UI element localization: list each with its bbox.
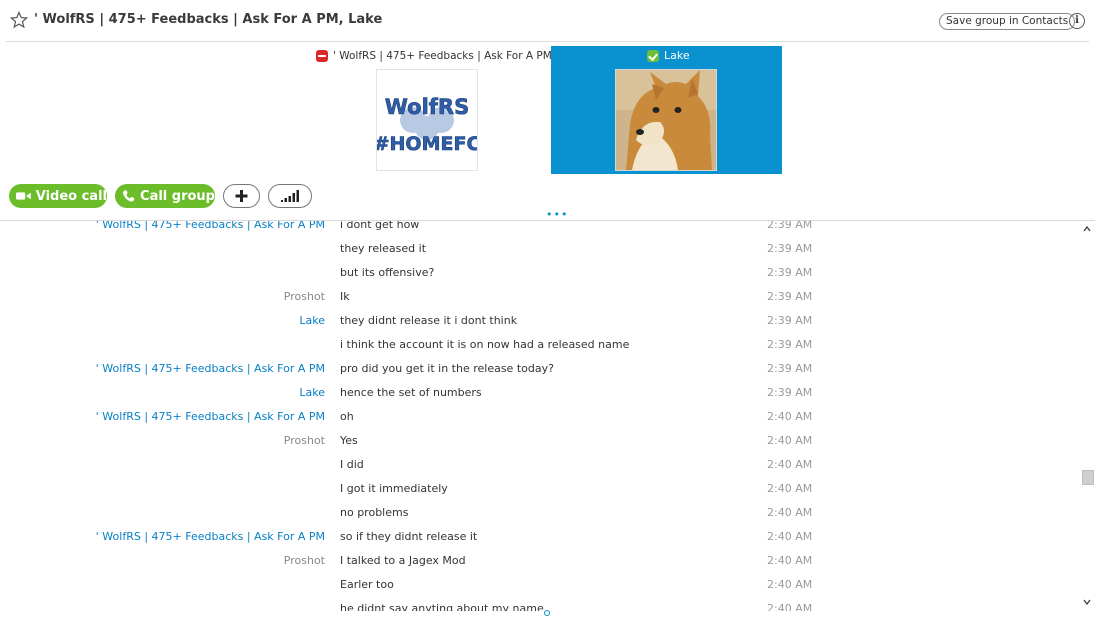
chat-message-row[interactable]: I got it immediately 2:40 AM xyxy=(0,482,1080,506)
message-timestamp: 2:40 AM xyxy=(767,506,813,519)
chat-message-row[interactable]: but its offensive? 2:39 AM xyxy=(0,266,1080,290)
chat-message-row[interactable]: ' WolfRS | 475+ Feedbacks | Ask For A PM… xyxy=(0,410,1080,434)
message-text: Earler too xyxy=(340,578,394,591)
message-sender[interactable]: ' WolfRS | 475+ Feedbacks | Ask For A PM xyxy=(96,221,325,232)
message-timestamp: 2:40 AM xyxy=(767,554,813,567)
avatar-wolfrs: WolfRS #HOMEFC xyxy=(373,69,481,171)
chat-history[interactable]: ' WolfRS | 475+ Feedbacks | Ask For A PM… xyxy=(0,221,1080,611)
chat-message-row[interactable]: Proshot I talked to a Jagex Mod 2:40 AM xyxy=(0,554,1080,578)
typing-indicator-icon xyxy=(544,610,550,616)
message-sender[interactable]: ' WolfRS | 475+ Feedbacks | Ask For A PM xyxy=(96,530,325,544)
message-sender[interactable]: ' WolfRS | 475+ Feedbacks | Ask For A PM xyxy=(96,362,325,376)
chat-message-row[interactable]: Proshot Ik 2:39 AM xyxy=(0,290,1080,314)
conversation-title: ' WolfRS | 475+ Feedbacks | Ask For A PM… xyxy=(34,12,383,27)
chat-message-row[interactable]: Proshot Yes 2:40 AM xyxy=(0,434,1080,458)
dog-photo-image xyxy=(616,70,716,170)
avatar-text-2: #HOMEFC xyxy=(377,133,477,155)
conversation-header: ' WolfRS | 475+ Feedbacks | Ask For A PM… xyxy=(0,0,1095,42)
message-sender[interactable]: Proshot xyxy=(284,290,325,304)
message-text: so if they didnt release it xyxy=(340,530,478,543)
message-timestamp: 2:39 AM xyxy=(767,314,813,327)
message-timestamp: 2:39 AM xyxy=(767,362,813,375)
signal-bars-icon xyxy=(281,190,299,202)
message-text: Ik xyxy=(340,290,350,303)
online-status-icon xyxy=(647,49,659,62)
message-timestamp: 2:40 AM xyxy=(767,578,813,591)
message-text: I did xyxy=(340,458,364,471)
chat-message-row[interactable]: ' WolfRS | 475+ Feedbacks | Ask For A PM… xyxy=(0,530,1080,554)
call-group-button[interactable]: Call group xyxy=(115,184,215,208)
video-call-button[interactable]: Video call xyxy=(9,184,107,208)
chat-message-row[interactable]: Lake hence the set of numbers 2:39 AM xyxy=(0,386,1080,410)
message-timestamp: 2:40 AM xyxy=(767,602,813,611)
scrollbar-thumb[interactable] xyxy=(1082,470,1094,485)
favorite-star-icon[interactable] xyxy=(10,11,28,29)
message-text: Yes xyxy=(340,434,358,447)
message-sender[interactable]: Proshot xyxy=(284,434,325,448)
add-participant-button[interactable] xyxy=(223,184,260,208)
call-quality-button[interactable] xyxy=(268,184,312,208)
chat-message-row[interactable]: ' WolfRS | 475+ Feedbacks | Ask For A PM… xyxy=(0,221,1080,242)
message-timestamp: 2:39 AM xyxy=(767,386,813,399)
video-camera-icon xyxy=(16,192,31,200)
header-divider xyxy=(6,41,1089,42)
avatar-text-1: WolfRS xyxy=(385,95,469,119)
plus-icon xyxy=(235,190,248,202)
chat-message-row[interactable]: I did 2:40 AM xyxy=(0,458,1080,482)
message-timestamp: 2:39 AM xyxy=(767,242,813,255)
message-text: i dont get how xyxy=(340,221,420,231)
chat-message-row[interactable]: they released it 2:39 AM xyxy=(0,242,1080,266)
message-timestamp: 2:39 AM xyxy=(767,290,813,303)
message-text: but its offensive? xyxy=(340,266,435,279)
message-timestamp: 2:40 AM xyxy=(767,434,813,447)
participant-name: Lake xyxy=(664,49,690,62)
chat-message-row[interactable]: he didnt say anyting about my name 2:40 A… xyxy=(0,602,1080,611)
message-timestamp: 2:40 AM xyxy=(767,530,813,543)
message-text: I talked to a Jagex Mod xyxy=(340,554,466,567)
video-call-label: Video call xyxy=(35,188,107,204)
message-text: no problems xyxy=(340,506,409,519)
scroll-down-icon[interactable] xyxy=(1083,598,1091,606)
chat-message-row[interactable]: Earler too 2:40 AM xyxy=(0,578,1080,602)
call-group-label: Call group xyxy=(140,188,215,204)
chat-message-row[interactable]: i think the account it is on now had a r… xyxy=(0,338,1080,362)
wolfrs-logo-image: WolfRS #HOMEFC xyxy=(373,70,481,170)
message-sender[interactable]: ' WolfRS | 475+ Feedbacks | Ask For A PM xyxy=(96,410,325,424)
info-icon[interactable]: i xyxy=(1069,13,1085,29)
message-text: they didnt release it i dont think xyxy=(340,314,518,327)
message-timestamp: 2:39 AM xyxy=(767,221,813,231)
participant-card-lake[interactable]: Lake S ▾ xyxy=(551,46,782,174)
message-text: hence the set of numbers xyxy=(340,386,482,399)
message-timestamp: 2:40 AM xyxy=(767,458,813,471)
participant-name: ' WolfRS | 475+ Feedbacks | Ask For A PM xyxy=(333,50,552,62)
message-text: oh xyxy=(340,410,354,423)
message-sender[interactable]: Lake xyxy=(299,314,325,328)
save-group-button[interactable]: Save group in Contacts xyxy=(939,13,1076,30)
participant-name-row: ' WolfRS | 475+ Feedbacks | Ask For A PM xyxy=(316,50,552,62)
message-timestamp: 2:40 AM xyxy=(767,410,813,423)
message-timestamp: 2:39 AM xyxy=(767,338,813,351)
avatar-lake: S ▾ xyxy=(615,69,717,171)
chat-message-row[interactable]: ' WolfRS | 475+ Feedbacks | Ask For A PM… xyxy=(0,362,1080,386)
message-timestamp: 2:40 AM xyxy=(767,482,813,495)
message-timestamp: 2:39 AM xyxy=(767,266,813,279)
participant-name-row: Lake xyxy=(647,49,690,62)
message-sender[interactable]: Lake xyxy=(299,386,325,400)
participant-card-wolfrs[interactable]: ' WolfRS | 475+ Feedbacks | Ask For A PM… xyxy=(305,46,552,174)
message-text: pro did you get it in the release today? xyxy=(340,362,554,375)
message-text: i think the account it is on now had a r… xyxy=(340,338,630,351)
message-text: he didnt say anyting about my name xyxy=(340,602,544,611)
message-text: I got it immediately xyxy=(340,482,448,495)
chat-message-row[interactable]: Lake they didnt release it i dont think 2:… xyxy=(0,314,1080,338)
message-text: they released it xyxy=(340,242,427,255)
chat-message-row[interactable]: no problems 2:40 AM xyxy=(0,506,1080,530)
do-not-disturb-icon xyxy=(316,50,328,62)
message-sender[interactable]: Proshot xyxy=(284,554,325,568)
scroll-up-icon[interactable] xyxy=(1083,225,1091,233)
chat-scrollbar[interactable] xyxy=(1080,221,1095,611)
phone-icon xyxy=(122,190,135,202)
